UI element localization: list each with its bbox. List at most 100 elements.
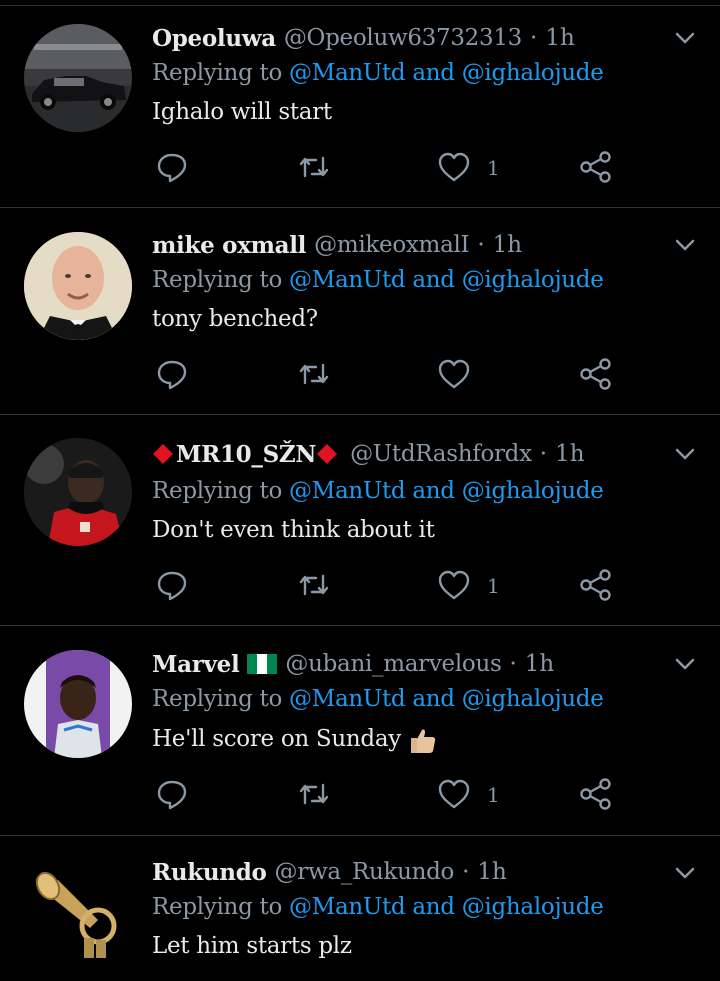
user-handle[interactable]: @UtdRashfordx xyxy=(350,441,532,467)
display-name[interactable]: Rukundo xyxy=(152,859,267,886)
like-count: 1 xyxy=(487,156,500,180)
divider xyxy=(0,414,720,415)
and-label: and xyxy=(412,686,455,712)
tweet-text: tony benched? xyxy=(152,306,318,332)
retweet-button[interactable] xyxy=(296,149,332,185)
replying-to-line: Replying to @ManUtd and @ighalojude xyxy=(152,478,604,504)
tweet-item[interactable]: Opeoluwa @Opeoluw63732313 · 1h Replying … xyxy=(0,0,720,207)
retweet-button[interactable] xyxy=(296,776,332,812)
user-handle[interactable]: @mikeoxmalI xyxy=(314,232,470,258)
separator-dot: · xyxy=(509,651,517,677)
tweet-text: Ighalo will start xyxy=(152,99,332,125)
reply-icon xyxy=(157,360,187,390)
red-diamond-icon xyxy=(153,444,173,464)
chevron-down-icon[interactable] xyxy=(670,439,700,469)
reply-icon xyxy=(157,571,187,601)
mention-link[interactable]: @ManUtd xyxy=(289,267,406,293)
mention-link[interactable]: @ighalojude xyxy=(462,478,604,504)
retweet-icon xyxy=(299,363,329,385)
timestamp[interactable]: 1h xyxy=(493,232,522,258)
replying-to-label: Replying to xyxy=(152,60,282,86)
tweet-text: He'll score on Sunday xyxy=(152,726,437,754)
display-name[interactable]: mike oxmall xyxy=(152,232,306,259)
timestamp[interactable]: 1h xyxy=(555,441,584,467)
retweet-button[interactable] xyxy=(296,356,332,392)
tweet-text: Let him starts plz xyxy=(152,933,352,959)
share-icon xyxy=(580,569,611,601)
footballer-avatar[interactable] xyxy=(24,438,132,546)
share-icon xyxy=(580,151,611,183)
like-button[interactable] xyxy=(436,356,472,392)
like-button[interactable] xyxy=(436,149,472,185)
like-count: 1 xyxy=(487,574,500,598)
timestamp[interactable]: 1h xyxy=(545,25,574,51)
nigeria-flag-icon xyxy=(247,654,278,674)
trumpet-avatar[interactable] xyxy=(24,858,132,966)
reply-button[interactable] xyxy=(154,149,190,185)
user-handle[interactable]: @ubani_marvelous xyxy=(285,651,501,677)
share-button[interactable] xyxy=(578,356,614,392)
like-icon xyxy=(438,570,470,600)
tweet-item[interactable]: Rukundo @rwa_Rukundo · 1h Replying to @M… xyxy=(0,836,720,981)
display-name[interactable]: Opeoluwa xyxy=(152,25,276,52)
tweet-item[interactable]: mike oxmall @mikeoxmalI · 1h Replying to… xyxy=(0,208,720,415)
like-count: 1 xyxy=(487,783,500,807)
red-diamond-icon xyxy=(317,444,338,464)
bald-man-avatar[interactable] xyxy=(24,232,132,340)
mention-link[interactable]: @ighalojude xyxy=(462,894,604,920)
timestamp[interactable]: 1h xyxy=(525,651,554,677)
reply-icon xyxy=(157,780,187,810)
thumbs-up-emoji-icon xyxy=(410,729,436,753)
like-icon xyxy=(438,779,470,809)
separator-dot: · xyxy=(539,441,548,467)
timestamp[interactable]: 1h xyxy=(477,859,506,885)
like-button[interactable] xyxy=(436,567,472,603)
replying-to-line: Replying to @ManUtd and @ighalojude xyxy=(152,894,604,920)
replying-to-line: Replying to @ManUtd and @ighalojude xyxy=(152,60,604,86)
tweet-text-content: He'll score on Sunday xyxy=(152,726,401,752)
replying-to-label: Replying to xyxy=(152,478,282,504)
share-icon xyxy=(580,358,611,390)
user-handle[interactable]: @Opeoluw63732313 xyxy=(284,25,522,51)
vintage-car-avatar[interactable] xyxy=(24,24,132,132)
chevron-down-icon[interactable] xyxy=(670,649,700,679)
mention-link[interactable]: @ManUtd xyxy=(289,478,406,504)
retweet-icon xyxy=(299,783,329,805)
reply-button[interactable] xyxy=(154,356,190,392)
share-button[interactable] xyxy=(578,776,614,812)
reply-icon xyxy=(157,153,187,183)
separator-dot: · xyxy=(530,25,538,51)
retweet-button[interactable] xyxy=(296,567,332,603)
user-handle[interactable]: @rwa_Rukundo xyxy=(275,859,455,885)
tweet-item[interactable]: MR10_SŽN @UtdRashfordx · 1h Replying to … xyxy=(0,416,720,623)
and-label: and xyxy=(412,478,455,504)
share-button[interactable] xyxy=(578,567,614,603)
chevron-down-icon[interactable] xyxy=(670,230,700,260)
reply-feed: Opeoluwa @Opeoluw63732313 · 1h Replying … xyxy=(0,0,720,981)
and-label: and xyxy=(412,60,455,86)
mention-link[interactable]: @ighalojude xyxy=(462,267,604,293)
and-label: and xyxy=(412,894,455,920)
selfie-avatar[interactable] xyxy=(24,650,132,758)
share-icon xyxy=(580,778,611,810)
retweet-icon xyxy=(299,574,329,596)
display-name[interactable]: Marvel xyxy=(152,651,240,678)
replying-to-label: Replying to xyxy=(152,267,282,293)
reply-button[interactable] xyxy=(154,567,190,603)
separator-dot: · xyxy=(477,232,485,258)
mention-link[interactable]: @ManUtd xyxy=(289,60,406,86)
mention-link[interactable]: @ighalojude xyxy=(462,60,604,86)
display-name[interactable]: MR10_SŽN xyxy=(176,441,316,468)
mention-link[interactable]: @ManUtd xyxy=(289,686,406,712)
chevron-down-icon[interactable] xyxy=(670,23,700,53)
tweet-item[interactable]: Marvel @ubani_marvelous · 1h Replying to… xyxy=(0,626,720,833)
chevron-down-icon[interactable] xyxy=(670,858,700,888)
and-label: and xyxy=(412,267,455,293)
like-button[interactable] xyxy=(436,776,472,812)
mention-link[interactable]: @ighalojude xyxy=(462,686,604,712)
share-button[interactable] xyxy=(578,149,614,185)
replying-to-line: Replying to @ManUtd and @ighalojude xyxy=(152,686,604,712)
reply-button[interactable] xyxy=(154,776,190,812)
mention-link[interactable]: @ManUtd xyxy=(289,894,406,920)
like-icon xyxy=(438,359,470,389)
